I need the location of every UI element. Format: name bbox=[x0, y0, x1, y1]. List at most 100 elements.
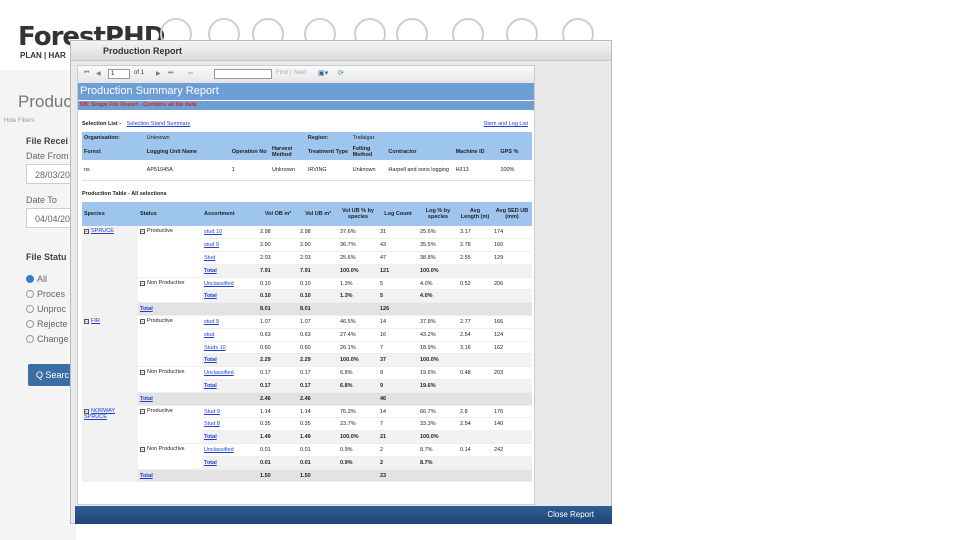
assortment-link[interactable]: Total bbox=[204, 434, 217, 440]
species-total-link[interactable]: Total bbox=[140, 396, 153, 402]
assortment-link[interactable]: Total bbox=[204, 293, 217, 299]
find-next-button[interactable]: Next bbox=[294, 70, 306, 76]
assortment-link[interactable]: Unclassified bbox=[204, 281, 234, 287]
report-title: Production Summary Report bbox=[78, 83, 534, 100]
assortment-link[interactable]: Stud bbox=[204, 255, 215, 261]
value-cell bbox=[338, 469, 378, 483]
radio-processed[interactable]: Proces bbox=[26, 289, 65, 299]
radio-unprocessed[interactable]: Unproc bbox=[26, 304, 66, 314]
value-cell: 1.3% bbox=[338, 277, 378, 291]
info-header: Contractor bbox=[386, 144, 454, 160]
value-cell: 0.60 bbox=[298, 341, 338, 355]
value-cell: 7.91 bbox=[298, 264, 338, 278]
prev-page-icon[interactable]: ◀ bbox=[96, 70, 101, 77]
assortment-cell: Studs 10 bbox=[202, 341, 258, 355]
find-button[interactable]: Find bbox=[276, 70, 288, 76]
radio-rejected[interactable]: Rejecte bbox=[26, 319, 68, 329]
status-cell: − Productive bbox=[138, 315, 202, 368]
value-cell: 36.7% bbox=[338, 238, 378, 253]
selection-stand-summary-link[interactable]: Selection Stand Summary bbox=[127, 121, 191, 127]
back-icon[interactable]: ⇦ bbox=[188, 70, 193, 77]
value-cell: 46.5% bbox=[338, 315, 378, 329]
collapse-toggle-icon[interactable]: − bbox=[140, 370, 145, 376]
value-cell bbox=[492, 353, 532, 368]
assortment-link[interactable]: stud 9 bbox=[204, 242, 219, 248]
collapse-toggle-icon[interactable]: − bbox=[140, 408, 145, 414]
assortment-link[interactable]: Total bbox=[204, 383, 217, 389]
value-cell bbox=[458, 289, 492, 304]
assortment-link[interactable]: Studs 10 bbox=[204, 345, 226, 351]
collapse-toggle-icon[interactable]: − bbox=[84, 229, 89, 235]
value-cell bbox=[458, 392, 492, 406]
dialog-title: Production Report bbox=[71, 41, 611, 61]
find-input[interactable] bbox=[214, 69, 272, 79]
export-icon[interactable]: ▣▾ bbox=[318, 69, 328, 77]
value-cell: 27.4% bbox=[338, 328, 378, 342]
assortment-link[interactable]: Stud 8 bbox=[204, 421, 220, 427]
value-cell: 2.54 bbox=[458, 328, 492, 342]
value-cell: 2.03 bbox=[298, 251, 338, 265]
value-cell: 8.7% bbox=[418, 456, 458, 470]
value-cell: 100.0% bbox=[418, 430, 458, 445]
info-cell: Unknown bbox=[350, 160, 387, 181]
next-page-icon[interactable]: ▶ bbox=[156, 70, 161, 77]
assortment-link[interactable]: Unclassified bbox=[204, 370, 234, 376]
page-number-input[interactable]: 1 bbox=[108, 69, 130, 79]
value-cell: 4.0% bbox=[418, 277, 458, 291]
selection-list: Selection List - Selection Stand Summary bbox=[82, 121, 190, 127]
value-cell: 0.63 bbox=[298, 328, 338, 342]
last-page-icon[interactable]: ⏭ bbox=[168, 70, 173, 77]
report-viewer: ⏮ ◀ 1 of 1 ▶ ⏭ ⇦ Find | Next ▣▾ ⟳ Produc… bbox=[77, 65, 535, 505]
assortment-link[interactable]: Total bbox=[204, 268, 217, 274]
radio-all[interactable]: All bbox=[26, 274, 47, 284]
stem-log-list-link[interactable]: Stem and Log List bbox=[484, 121, 528, 127]
prod-header: Log % by species bbox=[418, 202, 458, 226]
assortment-cell: Total bbox=[202, 430, 258, 445]
date-to-label: Date To bbox=[26, 195, 57, 205]
value-cell: 121 bbox=[378, 264, 418, 278]
table-row: − SPRUCE − Productive stud 10 2.98 2.98 37.6% 31… bbox=[82, 226, 532, 317]
assortment-cell: stud 9 bbox=[202, 238, 258, 253]
first-page-icon[interactable]: ⏮ bbox=[84, 70, 89, 77]
assortment-link[interactable]: Total bbox=[204, 357, 217, 363]
value-cell: 2.90 bbox=[258, 238, 298, 253]
value-cell bbox=[492, 289, 532, 304]
assortment-link[interactable]: Stud 9 bbox=[204, 409, 220, 415]
page-count: of 1 bbox=[134, 70, 145, 76]
collapse-toggle-icon[interactable]: − bbox=[140, 229, 145, 235]
collapse-toggle-icon[interactable]: − bbox=[140, 280, 145, 286]
value-cell bbox=[458, 430, 492, 445]
assortment-cell: Total bbox=[202, 379, 258, 393]
value-cell bbox=[492, 264, 532, 278]
value-cell: 2.98 bbox=[258, 226, 298, 240]
species-link[interactable]: FIR bbox=[91, 318, 100, 324]
radio-changed[interactable]: Change bbox=[26, 334, 69, 344]
assortment-link[interactable]: stud bbox=[204, 332, 214, 338]
refresh-icon[interactable]: ⟳ bbox=[338, 69, 344, 77]
value-cell: 19.6% bbox=[418, 366, 458, 381]
collapse-toggle-icon[interactable]: − bbox=[140, 319, 145, 325]
hide-filters-link[interactable]: Hide Filters bbox=[4, 118, 34, 124]
value-cell bbox=[492, 392, 532, 406]
assortment-link[interactable]: Unclassified bbox=[204, 447, 234, 453]
value-cell: 0.63 bbox=[258, 328, 298, 342]
assortment-link[interactable]: stud 9 bbox=[204, 319, 219, 325]
value-cell: 3.17 bbox=[458, 226, 492, 240]
collapse-toggle-icon[interactable]: − bbox=[84, 319, 89, 325]
close-report-button[interactable]: Close Report bbox=[547, 506, 594, 524]
value-cell: 2.78 bbox=[458, 238, 492, 253]
value-cell: 31 bbox=[378, 226, 418, 240]
value-cell: 2.03 bbox=[258, 251, 298, 265]
assortment-link[interactable]: stud 10 bbox=[204, 229, 222, 235]
value-cell: 1.50 bbox=[258, 469, 298, 483]
species-total-link[interactable]: Total bbox=[140, 306, 153, 312]
assortment-link[interactable]: Total bbox=[204, 460, 217, 466]
value-cell bbox=[492, 469, 532, 483]
value-cell: 0.10 bbox=[258, 289, 298, 304]
collapse-toggle-icon[interactable]: − bbox=[140, 447, 145, 453]
value-cell: 8.7% bbox=[418, 443, 458, 457]
species-link[interactable]: SPRUCE bbox=[91, 228, 114, 234]
prod-header: Species bbox=[82, 202, 138, 226]
species-total-link[interactable]: Total bbox=[140, 473, 153, 479]
value-cell: 26.1% bbox=[338, 341, 378, 355]
